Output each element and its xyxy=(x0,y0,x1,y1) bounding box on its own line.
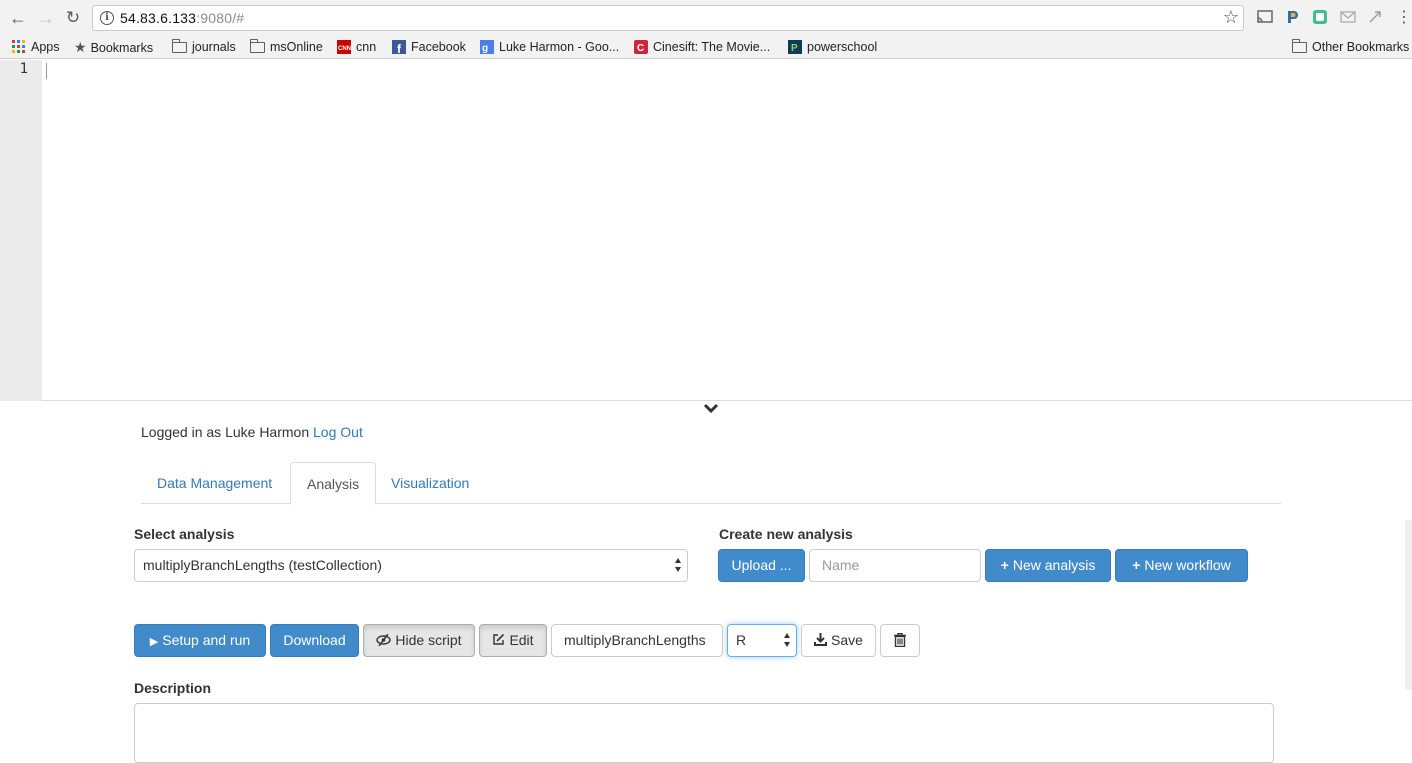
svg-text:C: C xyxy=(637,43,644,54)
download-button[interactable]: Download xyxy=(270,624,359,657)
language-select[interactable]: R xyxy=(727,624,797,657)
browser-toolbar: ← → ↻ i 54.83.6.133:9080/# ☆ ⋮ xyxy=(0,0,1412,36)
new-workflow-label: New workflow xyxy=(1144,557,1231,573)
analysis-name-input[interactable]: Name xyxy=(809,549,981,582)
svg-text:P: P xyxy=(791,43,798,54)
select-analysis-label: Select analysis xyxy=(134,526,235,542)
back-icon[interactable]: ← xyxy=(8,8,28,28)
tab-visualization[interactable]: Visualization xyxy=(375,462,485,504)
tab-analysis[interactable]: Analysis xyxy=(290,462,377,505)
script-editor[interactable]: 1 xyxy=(0,60,1412,401)
bookmark-label: powerschool xyxy=(807,40,878,54)
cinesift-icon: C xyxy=(634,40,648,54)
logout-link[interactable]: Log Out xyxy=(313,424,363,440)
new-workflow-button[interactable]: + New workflow xyxy=(1115,549,1248,582)
main-tabs: Data Management Analysis Visualization xyxy=(141,462,1281,505)
eye-slash-icon xyxy=(376,625,392,656)
bookmark-journals[interactable]: journals xyxy=(172,38,236,56)
bookmark-label: msOnline xyxy=(270,40,323,54)
url-host: 54.83.6.133 xyxy=(120,10,197,26)
address-bar-url[interactable]: 54.83.6.133:9080/# xyxy=(120,10,244,26)
text-cursor xyxy=(46,63,47,79)
bookmark-label: Apps xyxy=(31,40,60,54)
url-port-path: :9080/# xyxy=(196,10,245,26)
plus-icon: + xyxy=(1000,557,1009,573)
tab-data-management[interactable]: Data Management xyxy=(141,462,288,504)
address-bar[interactable]: i 54.83.6.133:9080/# ☆ xyxy=(92,5,1244,31)
bookmark-label: journals xyxy=(192,40,236,54)
script-name-input[interactable]: multiplyBranchLengths xyxy=(551,624,723,657)
chevron-down-icon[interactable] xyxy=(703,402,719,416)
bookmark-msonline[interactable]: msOnline xyxy=(250,38,323,56)
extension-green-icon[interactable] xyxy=(1311,9,1329,27)
hide-script-label: Hide script xyxy=(395,632,462,648)
hide-script-button[interactable]: Hide script xyxy=(363,624,475,657)
extension-p-icon[interactable] xyxy=(1283,9,1301,27)
plus-icon: + xyxy=(1132,557,1141,573)
bookmark-label: Bookmarks xyxy=(90,41,154,55)
bookmark-star-icon[interactable]: ☆ xyxy=(1223,7,1239,28)
svg-text:CNN: CNN xyxy=(338,46,351,52)
svg-text:g: g xyxy=(482,43,488,54)
analysis-select[interactable]: multiplyBranchLengths (testCollection) xyxy=(134,549,688,582)
language-select-value: R xyxy=(736,632,747,648)
new-analysis-button[interactable]: + New analysis xyxy=(985,549,1111,582)
powerschool-icon: P xyxy=(788,40,802,54)
edit-label: Edit xyxy=(509,632,534,648)
page-scrollbar[interactable] xyxy=(1405,520,1412,690)
setup-and-run-button[interactable]: ▶ Setup and run xyxy=(134,624,266,657)
upload-button[interactable]: Upload ... xyxy=(718,549,805,582)
bookmark-label: Cinesift: The Movie... xyxy=(653,40,771,54)
save-button[interactable]: Save xyxy=(801,624,876,657)
bookmark-label: Other Bookmarks xyxy=(1312,40,1410,54)
select-arrows-icon xyxy=(675,558,682,572)
bookmark-cnn[interactable]: CNN cnn xyxy=(337,38,376,56)
facebook-icon: f xyxy=(392,40,406,54)
setup-and-run-label: Setup and run xyxy=(162,632,251,648)
menu-dots-icon[interactable]: ⋮ xyxy=(1395,9,1412,27)
bookmark-label: cnn xyxy=(356,40,377,54)
new-analysis-label: New analysis xyxy=(1012,557,1096,573)
bookmark-other[interactable]: Other Bookmarks xyxy=(1292,38,1409,56)
line-number: 1 xyxy=(19,61,28,77)
analysis-select-value: multiplyBranchLengths (testCollection) xyxy=(143,557,382,573)
bookmarks-bar: Apps ★ Bookmarks journals msOnline CNN cnn… xyxy=(0,36,1412,59)
bookmark-bookmarks[interactable]: ★ Bookmarks xyxy=(74,38,153,56)
bookmark-facebook[interactable]: f Facebook xyxy=(392,38,466,56)
folder-icon xyxy=(250,39,265,53)
create-analysis-label: Create new analysis xyxy=(719,526,853,542)
bookmark-apps[interactable]: Apps xyxy=(12,38,60,56)
edit-icon xyxy=(492,625,505,656)
bookmark-powerschool[interactable]: Ppowerschool xyxy=(788,38,877,56)
select-arrows-icon xyxy=(784,633,791,647)
star-icon: ★ xyxy=(74,39,87,55)
download-icon xyxy=(814,625,828,656)
login-prefix: Logged in as xyxy=(141,424,222,440)
cast-icon[interactable] xyxy=(1256,9,1274,27)
bookmark-luke-harmon[interactable]: g Luke Harmon - Goo... xyxy=(480,38,619,56)
extension-hook-icon[interactable] xyxy=(1366,9,1384,27)
delete-button[interactable] xyxy=(880,624,920,657)
folder-icon xyxy=(1292,39,1307,53)
info-icon[interactable]: i xyxy=(100,11,114,25)
login-user: Luke Harmon xyxy=(225,424,310,440)
play-icon: ▶ xyxy=(149,636,159,648)
reload-icon[interactable]: ↻ xyxy=(63,8,83,28)
bookmark-cinesift[interactable]: C Cinesift: The Movie... xyxy=(634,38,770,56)
bookmark-label: Luke Harmon - Goo... xyxy=(499,40,620,54)
description-label: Description xyxy=(134,680,212,696)
apps-grid-icon xyxy=(12,40,25,53)
bookmark-label: Facebook xyxy=(411,40,466,54)
description-textarea[interactable] xyxy=(134,703,1274,763)
save-label: Save xyxy=(831,632,863,648)
google-scholar-icon: g xyxy=(480,40,494,54)
edit-button[interactable]: Edit xyxy=(479,624,547,657)
forward-icon[interactable]: → xyxy=(36,8,56,28)
login-status: Logged in as Luke Harmon Log Out xyxy=(141,424,363,440)
editor-gutter: 1 xyxy=(0,60,42,401)
extension-mail-icon[interactable] xyxy=(1339,9,1357,27)
folder-icon xyxy=(172,39,187,53)
trash-icon xyxy=(894,632,906,648)
cnn-icon: CNN xyxy=(337,40,351,54)
